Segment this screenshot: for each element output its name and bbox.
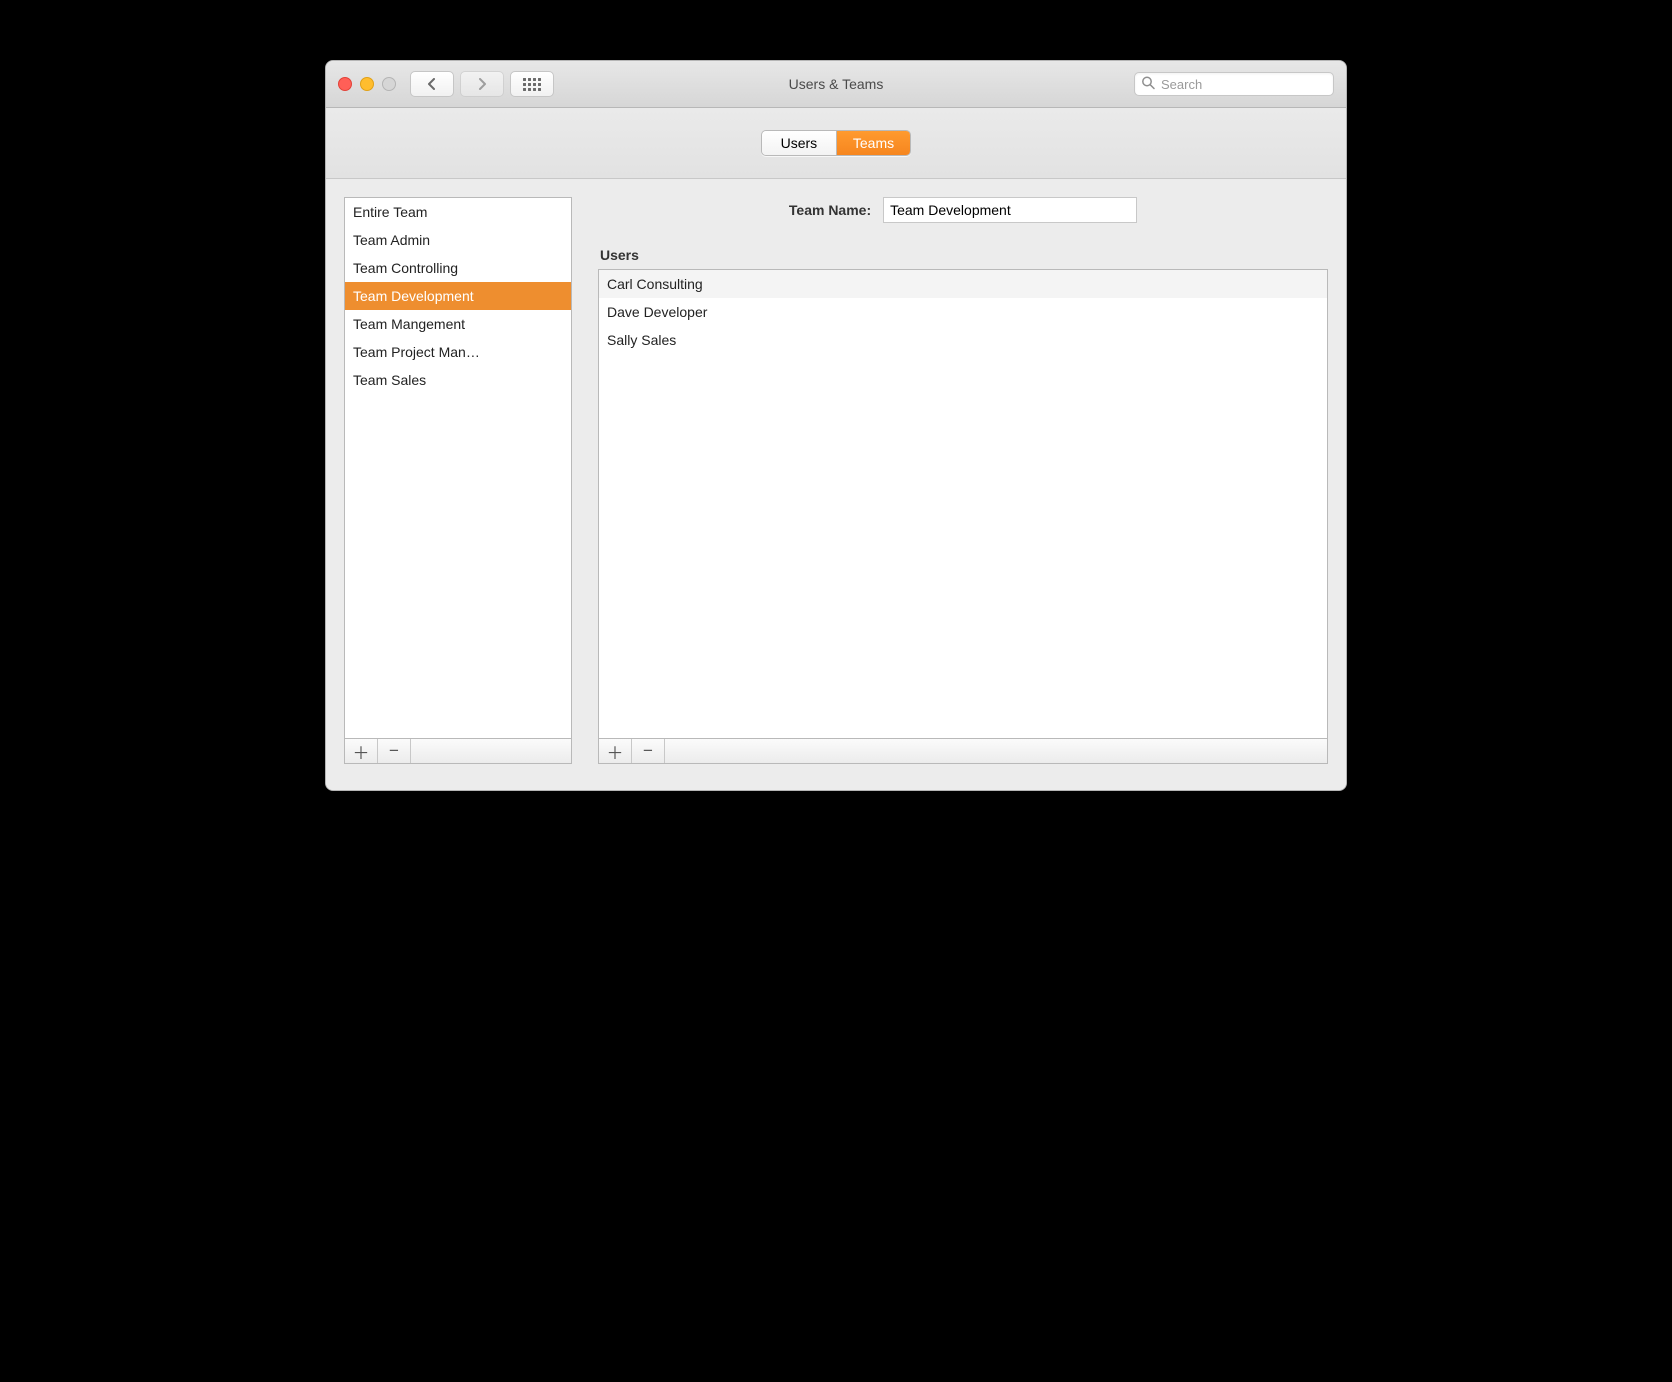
list-item[interactable]: Team Controlling [345,254,571,282]
show-all-button[interactable] [510,71,554,97]
team-name-label: Team Name: [789,202,871,218]
remove-team-button[interactable]: − [378,739,411,763]
list-item[interactable]: Team Sales [345,366,571,394]
minus-icon: − [389,741,399,761]
teams-listbox[interactable]: Entire Team Team Admin Team Controlling … [344,197,572,739]
footer-spacer [665,739,1327,763]
teams-panel: Entire Team Team Admin Team Controlling … [344,197,572,764]
add-user-button[interactable]: ＋ [599,739,632,763]
teams-footer: ＋ − [344,739,572,764]
users-listbox[interactable]: Carl Consulting Dave Developer Sally Sal… [598,269,1328,739]
team-name-row: Team Name: [598,197,1328,223]
content-area: Entire Team Team Admin Team Controlling … [326,179,1346,790]
list-item[interactable]: Carl Consulting [599,270,1327,298]
back-button[interactable] [410,71,454,97]
nav-button-group [410,71,504,97]
list-item[interactable]: Dave Developer [599,298,1327,326]
grid-icon [523,78,541,91]
segmented-control: Users Teams [761,130,911,156]
search-wrap [1134,72,1334,96]
users-footer: ＋ − [598,739,1328,764]
titlebar: Users & Teams [326,61,1346,108]
preferences-window: Users & Teams Users Teams Entire Team Te… [325,60,1347,791]
chevron-right-icon [477,78,487,90]
tabstrip: Users Teams [326,108,1346,179]
tab-users[interactable]: Users [762,131,836,155]
tab-teams[interactable]: Teams [836,131,910,155]
footer-spacer [411,739,571,763]
list-item[interactable]: Team Project Man… [345,338,571,366]
list-item[interactable]: Team Admin [345,226,571,254]
zoom-window-button[interactable] [382,77,396,91]
team-detail-panel: Team Name: Users Carl Consulting Dave De… [598,197,1328,764]
plus-icon: ＋ [353,739,370,764]
search-input[interactable] [1134,72,1334,96]
plus-icon: ＋ [607,739,624,764]
add-team-button[interactable]: ＋ [345,739,378,763]
show-all-group [510,71,554,97]
team-name-input[interactable] [883,197,1137,223]
close-window-button[interactable] [338,77,352,91]
list-item[interactable]: Sally Sales [599,326,1327,354]
users-heading: Users [600,247,1328,263]
window-controls [338,77,396,91]
remove-user-button[interactable]: − [632,739,665,763]
minus-icon: − [643,741,653,761]
list-item[interactable]: Entire Team [345,198,571,226]
chevron-left-icon [427,78,437,90]
forward-button[interactable] [460,71,504,97]
list-item[interactable]: Team Development [345,282,571,310]
list-item[interactable]: Team Mangement [345,310,571,338]
minimize-window-button[interactable] [360,77,374,91]
